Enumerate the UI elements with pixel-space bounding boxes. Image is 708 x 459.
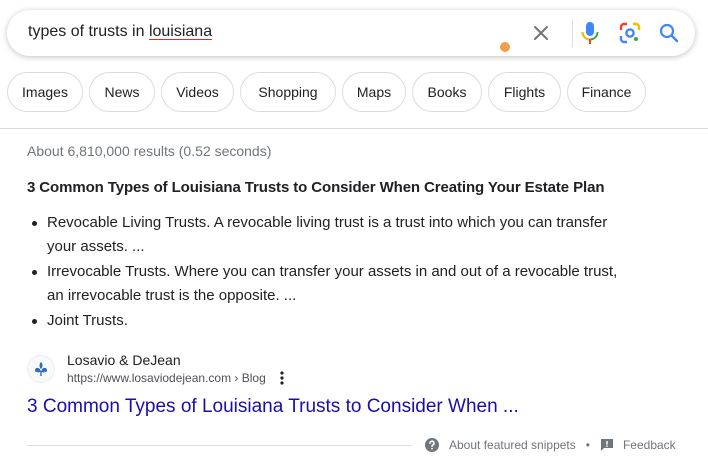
snippet-footer: About featured snippets • Feedback	[424, 437, 676, 453]
chip-maps[interactable]: Maps	[342, 72, 406, 112]
fleur-de-lis-icon	[35, 362, 47, 376]
list-item-line: Joint Trusts.	[47, 312, 128, 329]
list-item-line: an irrevocable trust is the opposite. ..…	[47, 287, 297, 304]
about-featured-snippets-link[interactable]: About featured snippets	[424, 437, 576, 453]
lens-search-button[interactable]	[618, 21, 642, 45]
search-filter-chips: Images News Videos Shopping Maps Books F…	[7, 72, 646, 112]
result-source[interactable]: Losavio & DeJean https://www.losaviodeje…	[27, 351, 288, 387]
search-bar[interactable]: types of trusts in louisiana	[7, 10, 695, 56]
feedback-label: Feedback	[622, 438, 676, 452]
search-icon	[659, 23, 679, 43]
search-button[interactable]	[657, 21, 681, 45]
list-item: Irrevocable Trusts. Where you can transf…	[27, 260, 677, 308]
result-title-link[interactable]: 3 Common Types of Louisiana Trusts to Co…	[27, 396, 519, 418]
result-stats: About 6,810,000 results (0.52 seconds)	[27, 143, 272, 159]
clear-icon	[534, 26, 548, 40]
query-misspelled-word: louisiana	[148, 23, 213, 40]
chip-news[interactable]: News	[89, 72, 155, 112]
search-divider	[572, 19, 573, 47]
status-dot	[500, 42, 510, 52]
list-item: Joint Trusts.	[27, 309, 677, 333]
query-text: types of trusts in	[28, 23, 149, 40]
about-featured-snippets-label: About featured snippets	[449, 438, 576, 452]
list-item: Revocable Living Trusts. A revocable liv…	[27, 211, 677, 259]
google-lens-icon	[619, 22, 641, 44]
list-item-line: Revocable Living Trusts. A revocable liv…	[47, 214, 608, 231]
snippet-footer-divider	[27, 445, 411, 446]
header-divider	[0, 128, 708, 129]
featured-snippet-list: Revocable Living Trusts. A revocable liv…	[27, 211, 677, 334]
chip-shopping[interactable]: Shopping	[240, 72, 336, 112]
more-vertical-icon	[280, 371, 284, 385]
chip-flights[interactable]: Flights	[488, 72, 561, 112]
microphone-icon	[581, 22, 599, 44]
chip-books[interactable]: Books	[412, 72, 482, 112]
help-icon	[425, 438, 439, 452]
chip-images[interactable]: Images	[7, 72, 83, 112]
feedback-icon	[600, 439, 613, 451]
voice-search-button[interactable]	[578, 21, 602, 45]
clear-button[interactable]	[529, 21, 553, 45]
search-input[interactable]: types of trusts in louisiana	[28, 23, 212, 41]
site-url: https://www.losaviodejean.com › Blog	[67, 371, 266, 385]
list-item-line: Irrevocable Trusts. Where you can transf…	[47, 263, 618, 280]
chip-finance[interactable]: Finance	[567, 72, 646, 112]
list-item-line: your assets. ...	[47, 238, 145, 255]
site-name: Losavio & DeJean	[67, 352, 181, 368]
chip-videos[interactable]: Videos	[161, 72, 234, 112]
site-favicon	[27, 355, 55, 383]
more-options-button[interactable]	[276, 369, 288, 387]
feedback-link[interactable]: Feedback	[600, 438, 676, 452]
featured-snippet-heading: 3 Common Types of Louisiana Trusts to Co…	[27, 179, 605, 196]
footer-separator: •	[585, 438, 590, 452]
